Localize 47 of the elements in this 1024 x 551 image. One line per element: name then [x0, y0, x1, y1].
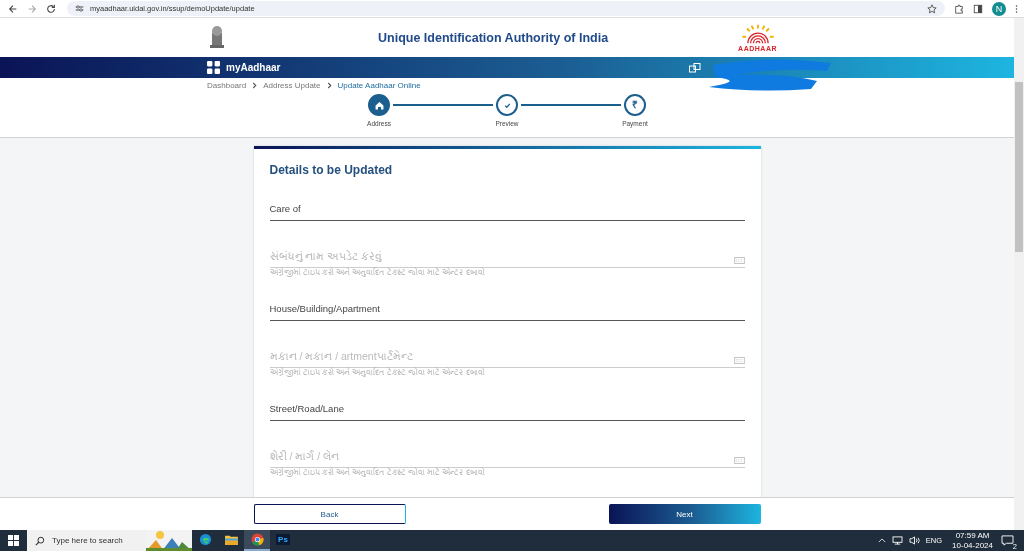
taskbar-search-field[interactable]: Type here to search [50, 535, 132, 546]
text-field[interactable]: House/Building/Apartment [269, 297, 745, 319]
breadcrumb-link[interactable]: Update Aadhaar Online [337, 80, 421, 90]
brand-name[interactable]: myAadhaar [226, 62, 281, 73]
clock-date[interactable]: 10-04-2024 [952, 540, 993, 550]
start-icon[interactable] [8, 535, 19, 546]
chrome-app-icon[interactable] [244, 530, 270, 551]
site-title: Unique Identification Authority of India [378, 30, 609, 45]
step-circle[interactable] [496, 94, 518, 116]
hint-text: અંગ્રેજીમાં ટાઇપ કરો અને અનુવાદિત ટેક્સ્ટ જોવા માટે એન્ટર દબાવો [269, 268, 486, 279]
site-info-icon[interactable] [75, 4, 84, 13]
back-icon[interactable] [8, 3, 18, 14]
home-icon [373, 99, 385, 111]
extensions-icon[interactable] [954, 3, 964, 14]
form-title: Details to be Updated [269, 163, 394, 177]
language-icon[interactable] [689, 62, 701, 73]
text-field[interactable]: શેરી / માર્ગ / લેન [269, 445, 734, 467]
chevron-icon [252, 81, 258, 89]
menu-icon[interactable] [1015, 3, 1018, 14]
rupee-symbol: ₹ [632, 100, 638, 110]
side-panel-icon[interactable] [973, 3, 983, 14]
hint-text: અંગ્રેજીમાં ટાઇપ કરો અને અનુવાદિત ટેક્સ્ટ જોવા માટે એન્ટર દબાવો [269, 468, 486, 479]
chevron-icon [326, 81, 332, 89]
bookmark-star-icon[interactable] [927, 3, 937, 14]
breadcrumb-link[interactable]: Address Update [263, 80, 321, 90]
scrollbar[interactable] [1014, 18, 1024, 530]
back-button[interactable]: Back [253, 504, 406, 524]
text-field[interactable]: Care of [269, 197, 745, 219]
taskbar-search-bar[interactable]: Type here to search [27, 530, 192, 551]
photoshop-app[interactable]: Ps [270, 530, 296, 551]
text-field[interactable]: મકાન / મકાન / artmentપાર્ટમેન્ટ [269, 345, 734, 367]
reload-icon[interactable] [46, 3, 56, 14]
caret-icon[interactable] [877, 538, 886, 543]
text-field[interactable]: Street/Road/Lane [269, 397, 745, 419]
profile-avatar[interactable]: N [992, 1, 1006, 16]
breadcrumb-link[interactable]: Dashboard [207, 80, 247, 90]
hint-text: અંગ્રેજીમાં ટાઇપ કરો અને અનુવાદિત ટેક્સ્ટ જોવા માટે એન્ટર દબાવો [269, 368, 486, 379]
next-button[interactable]: Next [608, 504, 761, 524]
text-field[interactable]: સંબંધનું નામ અપડેટ કરવું [269, 245, 734, 267]
network-icon[interactable] [891, 536, 903, 545]
clock-time[interactable]: 07:59 AM [955, 531, 990, 541]
volume-icon[interactable] [908, 536, 920, 545]
step-circle[interactable]: ₹ [624, 94, 646, 116]
emblem-icon [209, 24, 225, 51]
search-icon [35, 535, 45, 546]
step-circle[interactable] [368, 94, 390, 116]
apps-grid-icon[interactable] [207, 61, 220, 74]
